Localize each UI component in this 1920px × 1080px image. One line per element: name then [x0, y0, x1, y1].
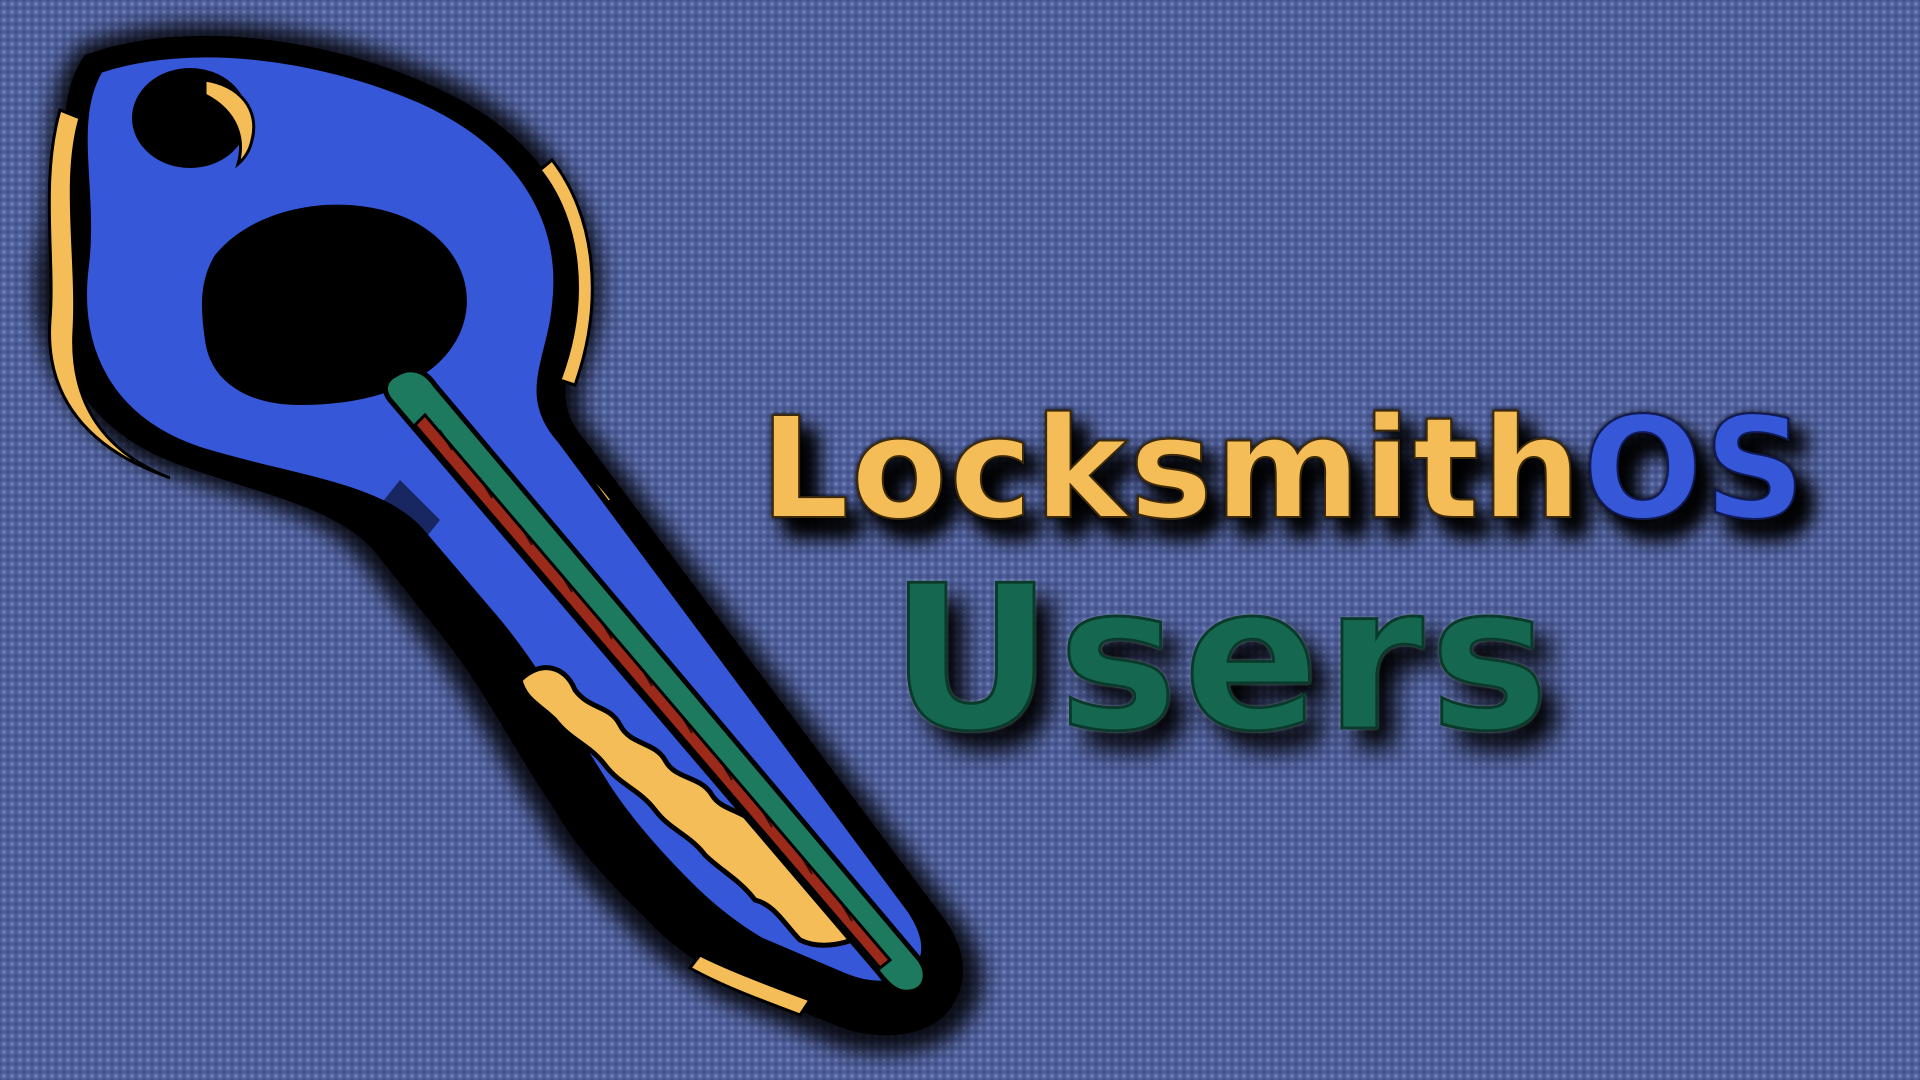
- os-name-part-os: OS: [1582, 388, 1808, 551]
- edition-subtitle: Users: [889, 543, 1555, 776]
- os-name-part-locksmith: Locksmith: [759, 388, 1584, 551]
- os-name: LocksmithOS: [759, 394, 1807, 546]
- desktop-wallpaper: LocksmithOS Users: [0, 0, 1920, 1080]
- branding-title: LocksmithOS Users: [759, 394, 1880, 825]
